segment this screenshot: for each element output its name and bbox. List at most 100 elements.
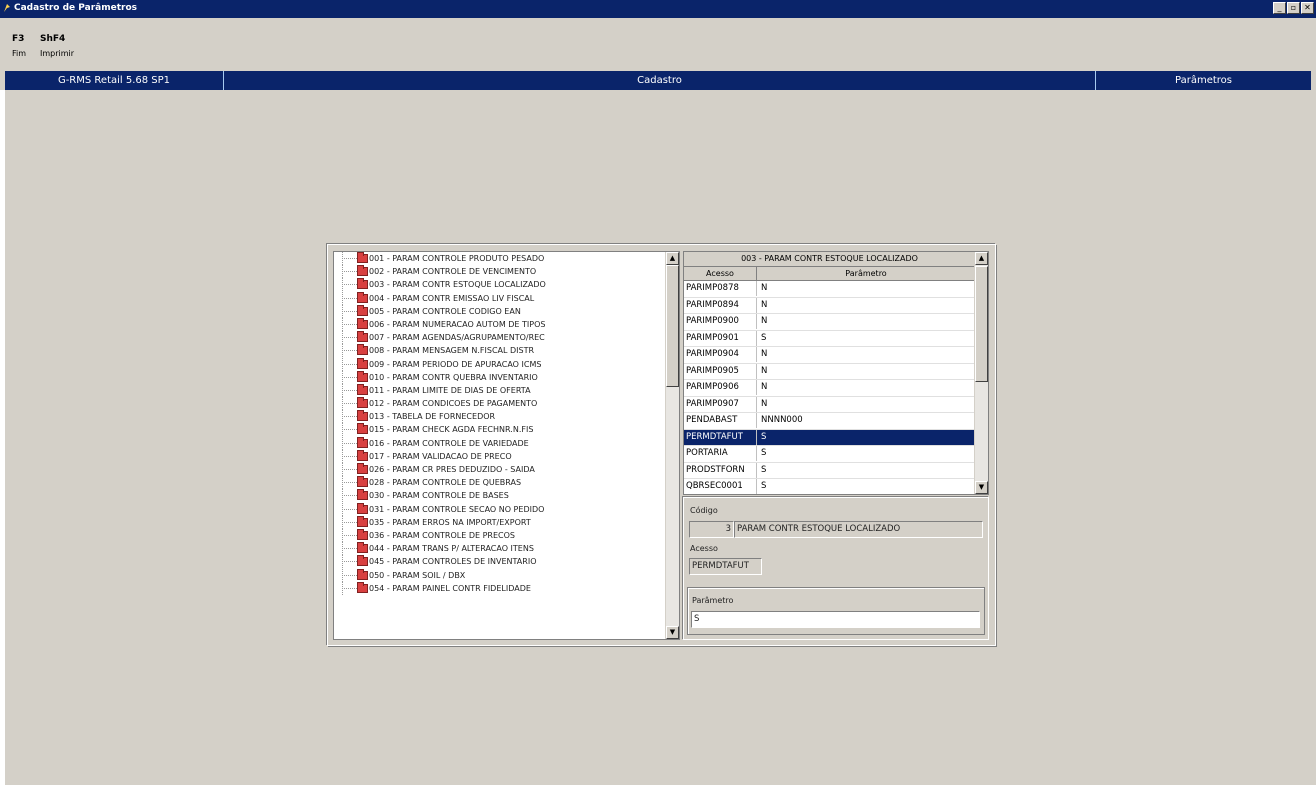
tree-item[interactable]: 008 - PARAM MENSAGEM N.FISCAL DISTR xyxy=(334,344,679,358)
tree-item[interactable]: 031 - PARAM CONTROLE SECAO NO PEDIDO xyxy=(334,502,679,516)
cell-acesso: PARIMP0907 xyxy=(686,398,739,409)
tree-list: 001 - PARAM CONTROLE PRODUTO PESADO 002 -… xyxy=(334,252,679,595)
tree-item[interactable]: 010 - PARAM CONTR QUEBRA INVENTARIO xyxy=(334,370,679,384)
tree-item[interactable]: 050 - PARAM SOIL / DBX xyxy=(334,568,679,582)
cell-parametro: S xyxy=(761,464,767,475)
tree-item-label: 030 - PARAM CONTROLE DE BASES xyxy=(369,491,509,501)
close-button[interactable]: ✕ xyxy=(1301,2,1314,14)
cell-parametro: NNNN000 xyxy=(761,415,803,425)
folder-icon xyxy=(357,357,368,369)
table-row[interactable]: PERMDTAFUT S xyxy=(684,429,975,446)
cell-parametro: N xyxy=(761,316,768,326)
folder-icon xyxy=(357,278,368,290)
scroll-thumb[interactable] xyxy=(666,265,679,387)
grid-rows: PARIMP0878 N PARIMP0894 N PARIMP0900 N PARIMP0… xyxy=(684,281,975,494)
tree-item-label: 006 - PARAM NUMERACAO AUTOM DE TIPOS xyxy=(369,319,546,329)
tree-item[interactable]: 002 - PARAM CONTROLE DE VENCIMENTO xyxy=(334,265,679,279)
tree-item-label: 050 - PARAM SOIL / DBX xyxy=(369,570,466,580)
tree-item[interactable]: 036 - PARAM CONTROLE DE PRECOS xyxy=(334,528,679,542)
folder-icon xyxy=(357,370,368,382)
folder-icon xyxy=(357,515,368,527)
table-row[interactable]: PARIMP0906 N xyxy=(684,380,975,397)
tree-item-label: 002 - PARAM CONTROLE DE VENCIMENTO xyxy=(369,267,537,277)
table-row[interactable]: PARIMP0894 N xyxy=(684,297,975,314)
table-row[interactable]: PARIMP0904 N xyxy=(684,347,975,364)
folder-icon xyxy=(357,304,368,316)
app-icon xyxy=(4,4,10,12)
tree-item[interactable]: 017 - PARAM VALIDACAO DE PRECO xyxy=(334,449,679,463)
left-edge xyxy=(0,90,5,785)
tree-item-label: 015 - PARAM CHECK AGDA FECHNR.N.FIS xyxy=(369,425,534,435)
cell-parametro: S xyxy=(761,332,767,343)
table-row[interactable]: QBRSEC0001 S xyxy=(684,479,975,494)
window-title: Cadastro de Parâmetros xyxy=(14,3,137,13)
tree-item-label: 035 - PARAM ERROS NA IMPORT/EXPORT xyxy=(369,517,531,527)
tree-item[interactable]: 004 - PARAM CONTR EMISSAO LIV FISCAL xyxy=(334,291,679,305)
tree-item-label: 026 - PARAM CR PRES DEDUZIDO - SAIDA xyxy=(369,465,535,474)
imprimir-button[interactable]: ShF4 Imprimir xyxy=(40,34,74,58)
acesso-label: Acesso xyxy=(690,544,718,553)
table-row[interactable]: PRODSTFORN S xyxy=(684,462,975,479)
cell-acesso: PRODSTFORN xyxy=(686,464,745,475)
tree-item[interactable]: 009 - PARAM PERIODO DE APURACAO ICMS xyxy=(334,357,679,371)
scroll-down-icon[interactable]: ▼ xyxy=(666,626,679,639)
cell-parametro: N xyxy=(761,398,768,409)
parameter-tree[interactable]: 001 - PARAM CONTROLE PRODUTO PESADO 002 -… xyxy=(333,251,680,640)
maximize-button[interactable]: ▫ xyxy=(1287,2,1300,14)
tree-item[interactable]: 001 - PARAM CONTROLE PRODUTO PESADO xyxy=(334,252,679,265)
grid-scrollbar[interactable]: ▲ ▼ xyxy=(974,252,988,494)
scroll-up-icon[interactable]: ▲ xyxy=(666,252,679,265)
folder-icon xyxy=(357,331,368,343)
tree-item-label: 003 - PARAM CONTR ESTOQUE LOCALIZADO xyxy=(369,280,546,290)
tree-item[interactable]: 035 - PARAM ERROS NA IMPORT/EXPORT xyxy=(334,515,679,529)
tree-item[interactable]: 015 - PARAM CHECK AGDA FECHNR.N.FIS xyxy=(334,423,679,437)
tree-item[interactable]: 003 - PARAM CONTR ESTOQUE LOCALIZADO xyxy=(334,278,679,292)
tree-item[interactable]: 006 - PARAM NUMERACAO AUTOM DE TIPOS xyxy=(334,317,679,331)
tree-item[interactable]: 026 - PARAM CR PRES DEDUZIDO - SAIDA xyxy=(334,463,679,476)
minimize-button[interactable]: _ xyxy=(1273,2,1286,14)
folder-icon xyxy=(357,317,368,329)
fim-button[interactable]: F3 Fim xyxy=(12,34,26,58)
scroll-thumb[interactable] xyxy=(975,266,988,382)
cell-parametro: N xyxy=(761,283,768,293)
table-row[interactable]: PARIMP0900 N xyxy=(684,314,975,331)
tree-item[interactable]: 054 - PARAM PAINEL CONTR FIDELIDADE xyxy=(334,581,679,595)
folder-icon xyxy=(357,528,368,540)
parameter-grid[interactable]: 003 - PARAM CONTR ESTOQUE LOCALIZADO Ace… xyxy=(683,251,989,495)
cell-divider xyxy=(756,462,757,478)
cell-acesso: PARIMP0905 xyxy=(686,365,739,376)
table-row[interactable]: PARIMP0907 N xyxy=(684,396,975,413)
tree-item[interactable]: 030 - PARAM CONTROLE DE BASES xyxy=(334,489,679,503)
toolbar: F3 Fim ShF4 Imprimir xyxy=(0,18,1316,69)
cell-parametro: N xyxy=(761,365,768,376)
table-row[interactable]: PARIMP0878 N xyxy=(684,281,975,298)
tree-item-label: 044 - PARAM TRANS P/ ALTERACAO ITENS xyxy=(369,544,534,554)
tree-item[interactable]: 012 - PARAM CONDICOES DE PAGAMENTO xyxy=(334,397,679,411)
tree-item[interactable]: 016 - PARAM CONTROLE DE VARIEDADE xyxy=(334,436,679,450)
tree-item-label: 010 - PARAM CONTR QUEBRA INVENTARIO xyxy=(369,372,538,382)
table-row[interactable]: PENDABAST NNNN000 xyxy=(684,413,975,430)
table-row[interactable]: PARIMP0905 N xyxy=(684,363,975,380)
folder-icon xyxy=(357,397,368,409)
fim-label: Fim xyxy=(12,49,27,58)
table-row[interactable]: PORTARIA S xyxy=(684,446,975,463)
scroll-up-icon[interactable]: ▲ xyxy=(975,252,988,265)
tree-item-label: 008 - PARAM MENSAGEM N.FISCAL DISTR xyxy=(369,346,535,356)
tree-scrollbar[interactable]: ▲ ▼ xyxy=(665,252,679,639)
codigo-description: PARAM CONTR ESTOQUE LOCALIZADO xyxy=(734,521,983,538)
table-row[interactable]: PARIMP0901 S xyxy=(684,330,975,347)
tree-item[interactable]: 005 - PARAM CONTROLE CODIGO EAN xyxy=(334,304,679,318)
tree-item[interactable]: 011 - PARAM LIMITE DE DIAS DE OFERTA xyxy=(334,383,679,397)
tree-item[interactable]: 044 - PARAM TRANS P/ ALTERACAO ITENS xyxy=(334,542,679,556)
parametro-input[interactable]: S xyxy=(691,611,980,628)
tree-item-label: 031 - PARAM CONTROLE SECAO NO PEDIDO xyxy=(369,504,545,514)
tree-item[interactable]: 013 - TABELA DE FORNECEDOR xyxy=(334,410,679,424)
column-header-acesso[interactable]: Acesso xyxy=(684,267,757,280)
tree-item-label: 013 - TABELA DE FORNECEDOR xyxy=(369,412,496,422)
tree-item-label: 045 - PARAM CONTROLES DE INVENTARIO xyxy=(369,557,537,567)
tree-item[interactable]: 045 - PARAM CONTROLES DE INVENTARIO xyxy=(334,555,679,569)
column-header-parametro[interactable]: Parâmetro xyxy=(757,267,975,280)
tree-item[interactable]: 007 - PARAM AGENDAS/AGRUPAMENTO/REC xyxy=(334,331,679,345)
tree-item[interactable]: 028 - PARAM CONTROLE DE QUEBRAS xyxy=(334,476,679,490)
scroll-down-icon[interactable]: ▼ xyxy=(975,481,988,494)
